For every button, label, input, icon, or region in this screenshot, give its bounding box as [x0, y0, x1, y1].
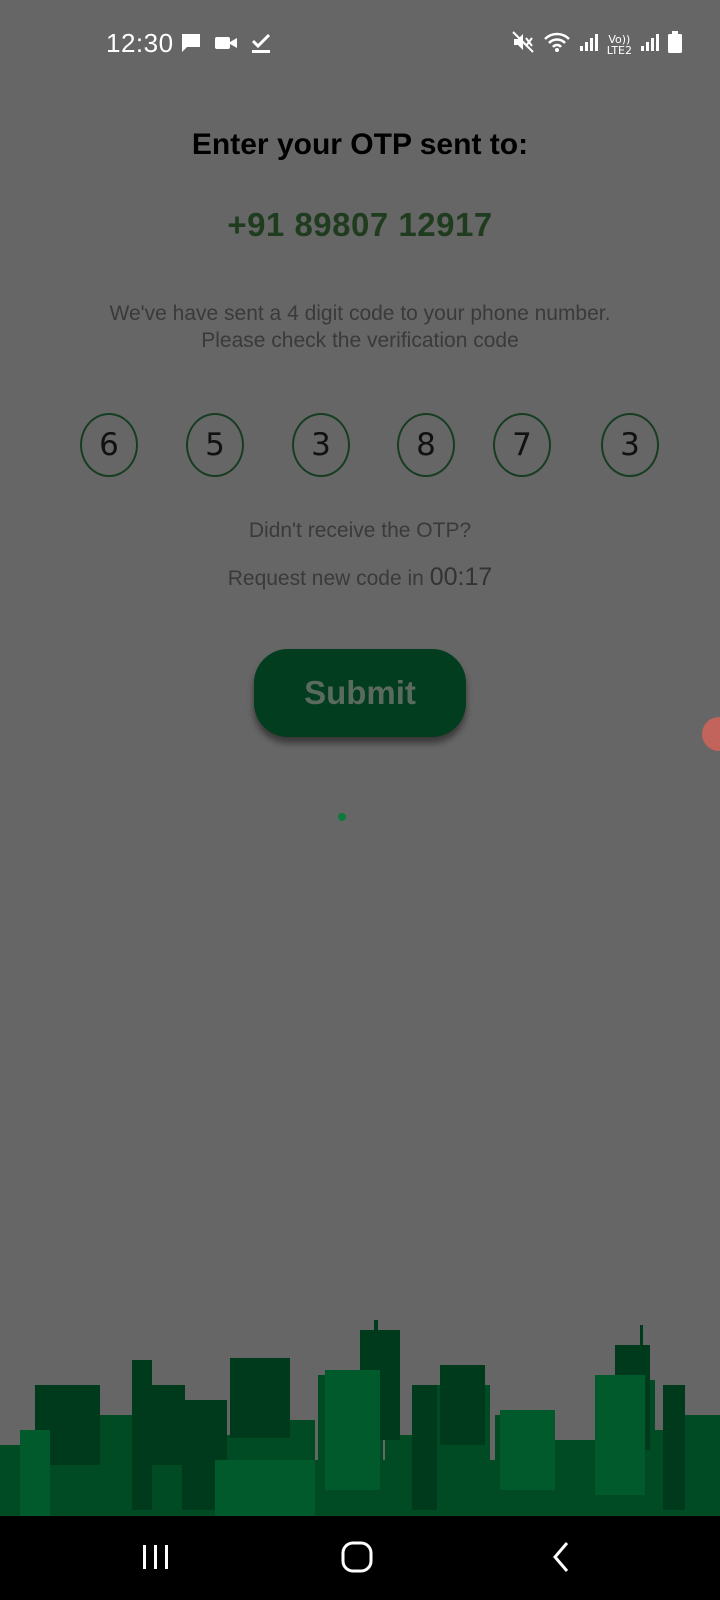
back-icon[interactable]: [550, 1540, 572, 1579]
navigation-bar: [0, 1516, 720, 1600]
otp-title: Enter your OTP sent to:: [191, 128, 529, 161]
volte-lte2-icon: Vo)) LTE2: [607, 34, 632, 56]
description-line-1: We've have sent a 4 digit code to your p…: [109, 302, 611, 325]
status-left-icons: [180, 32, 272, 59]
otp-digit-3[interactable]: 3: [292, 413, 350, 477]
loading-dot: [338, 813, 346, 821]
signal-icon-2: [640, 32, 660, 57]
signal-icon: [579, 32, 599, 57]
resend-countdown: Request new code in 00:17: [0, 563, 720, 592]
otp-digit-1[interactable]: 6: [80, 413, 138, 477]
resend-prefix: Request new code in: [227, 567, 424, 590]
didnt-receive-text: Didn't receive the OTP?: [248, 519, 472, 542]
otp-input-row: 6 5 3 8 7 3: [0, 413, 720, 481]
submit-button[interactable]: Submit: [254, 649, 466, 737]
otp-digit-5[interactable]: 7: [493, 413, 551, 477]
resend-timer: 00:17: [429, 563, 493, 591]
floating-bubble[interactable]: [702, 717, 720, 751]
status-bar: 12:30 Vo)) LTE2: [0, 0, 720, 90]
status-time: 12:30: [106, 28, 174, 58]
otp-description: We've have sent a 4 digit code to your p…: [0, 300, 720, 354]
status-right-icons: Vo)) LTE2: [511, 30, 682, 59]
recent-apps-icon[interactable]: [140, 1542, 172, 1577]
mute-icon: [511, 30, 535, 59]
message-icon: [180, 32, 202, 59]
otp-digit-6[interactable]: 3: [601, 413, 659, 477]
phone-number: +91 89807 12917: [227, 206, 493, 243]
city-skyline-illustration: [0, 1320, 720, 1516]
download-done-icon: [250, 32, 272, 59]
otp-digit-4[interactable]: 8: [397, 413, 455, 477]
description-line-2: Please check the verification code: [201, 329, 519, 352]
wifi-icon: [543, 31, 571, 58]
otp-digit-2[interactable]: 5: [186, 413, 244, 477]
video-call-icon: [214, 34, 238, 57]
battery-icon: [668, 31, 682, 58]
volte-label: Vo)): [608, 32, 631, 46]
home-icon[interactable]: [340, 1540, 374, 1579]
lte-label: LTE2: [606, 43, 632, 57]
